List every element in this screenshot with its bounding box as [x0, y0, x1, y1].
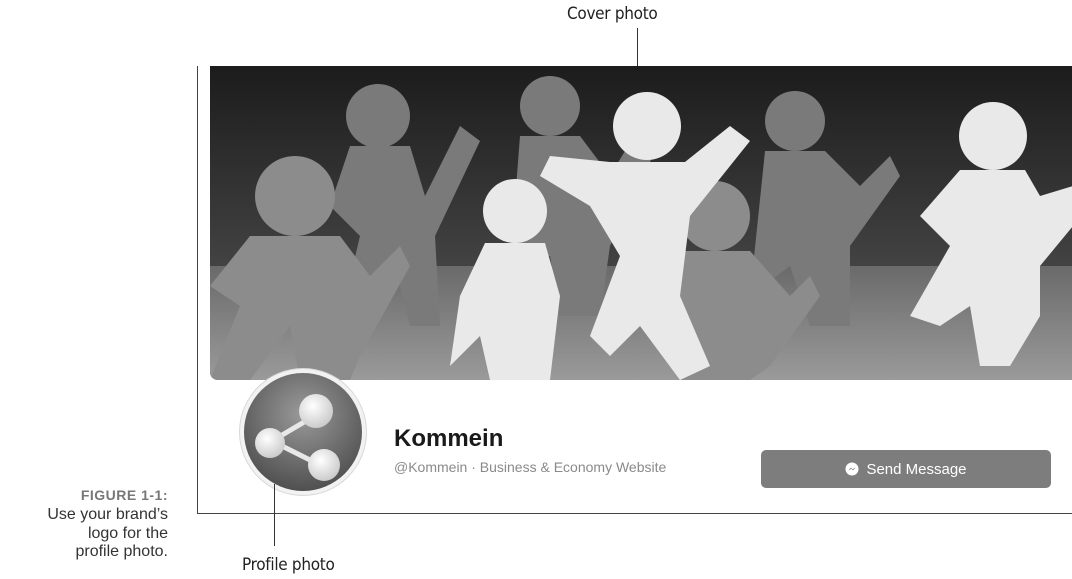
figure-caption: Use your brand’s logo for the profile ph… — [0, 506, 168, 562]
figure-caption-line: Use your brand’s — [47, 506, 168, 523]
profile-photo-leader-line — [274, 484, 275, 546]
page-name: Kommein — [394, 425, 504, 452]
profile-photo[interactable] — [240, 369, 366, 495]
figure-caption-line: logo for the — [87, 524, 168, 542]
send-message-label: Send Message — [866, 460, 967, 478]
cover-photo-callout: Cover photo — [567, 4, 658, 24]
cover-photo[interactable] — [210, 66, 1072, 380]
messenger-icon — [845, 462, 859, 476]
molecule-logo-icon — [244, 373, 362, 491]
profile-photo-callout: Profile photo — [242, 555, 335, 575]
send-message-button[interactable]: Send Message — [761, 450, 1051, 488]
page-header-card: Kommein @Kommein · Business & Economy We… — [197, 66, 1072, 514]
figure-number: FIGURE 1-1: — [80, 487, 168, 503]
figure-caption-line: profile photo. — [75, 543, 168, 560]
page-handle: @Kommein · Business & Economy Website — [394, 459, 667, 475]
